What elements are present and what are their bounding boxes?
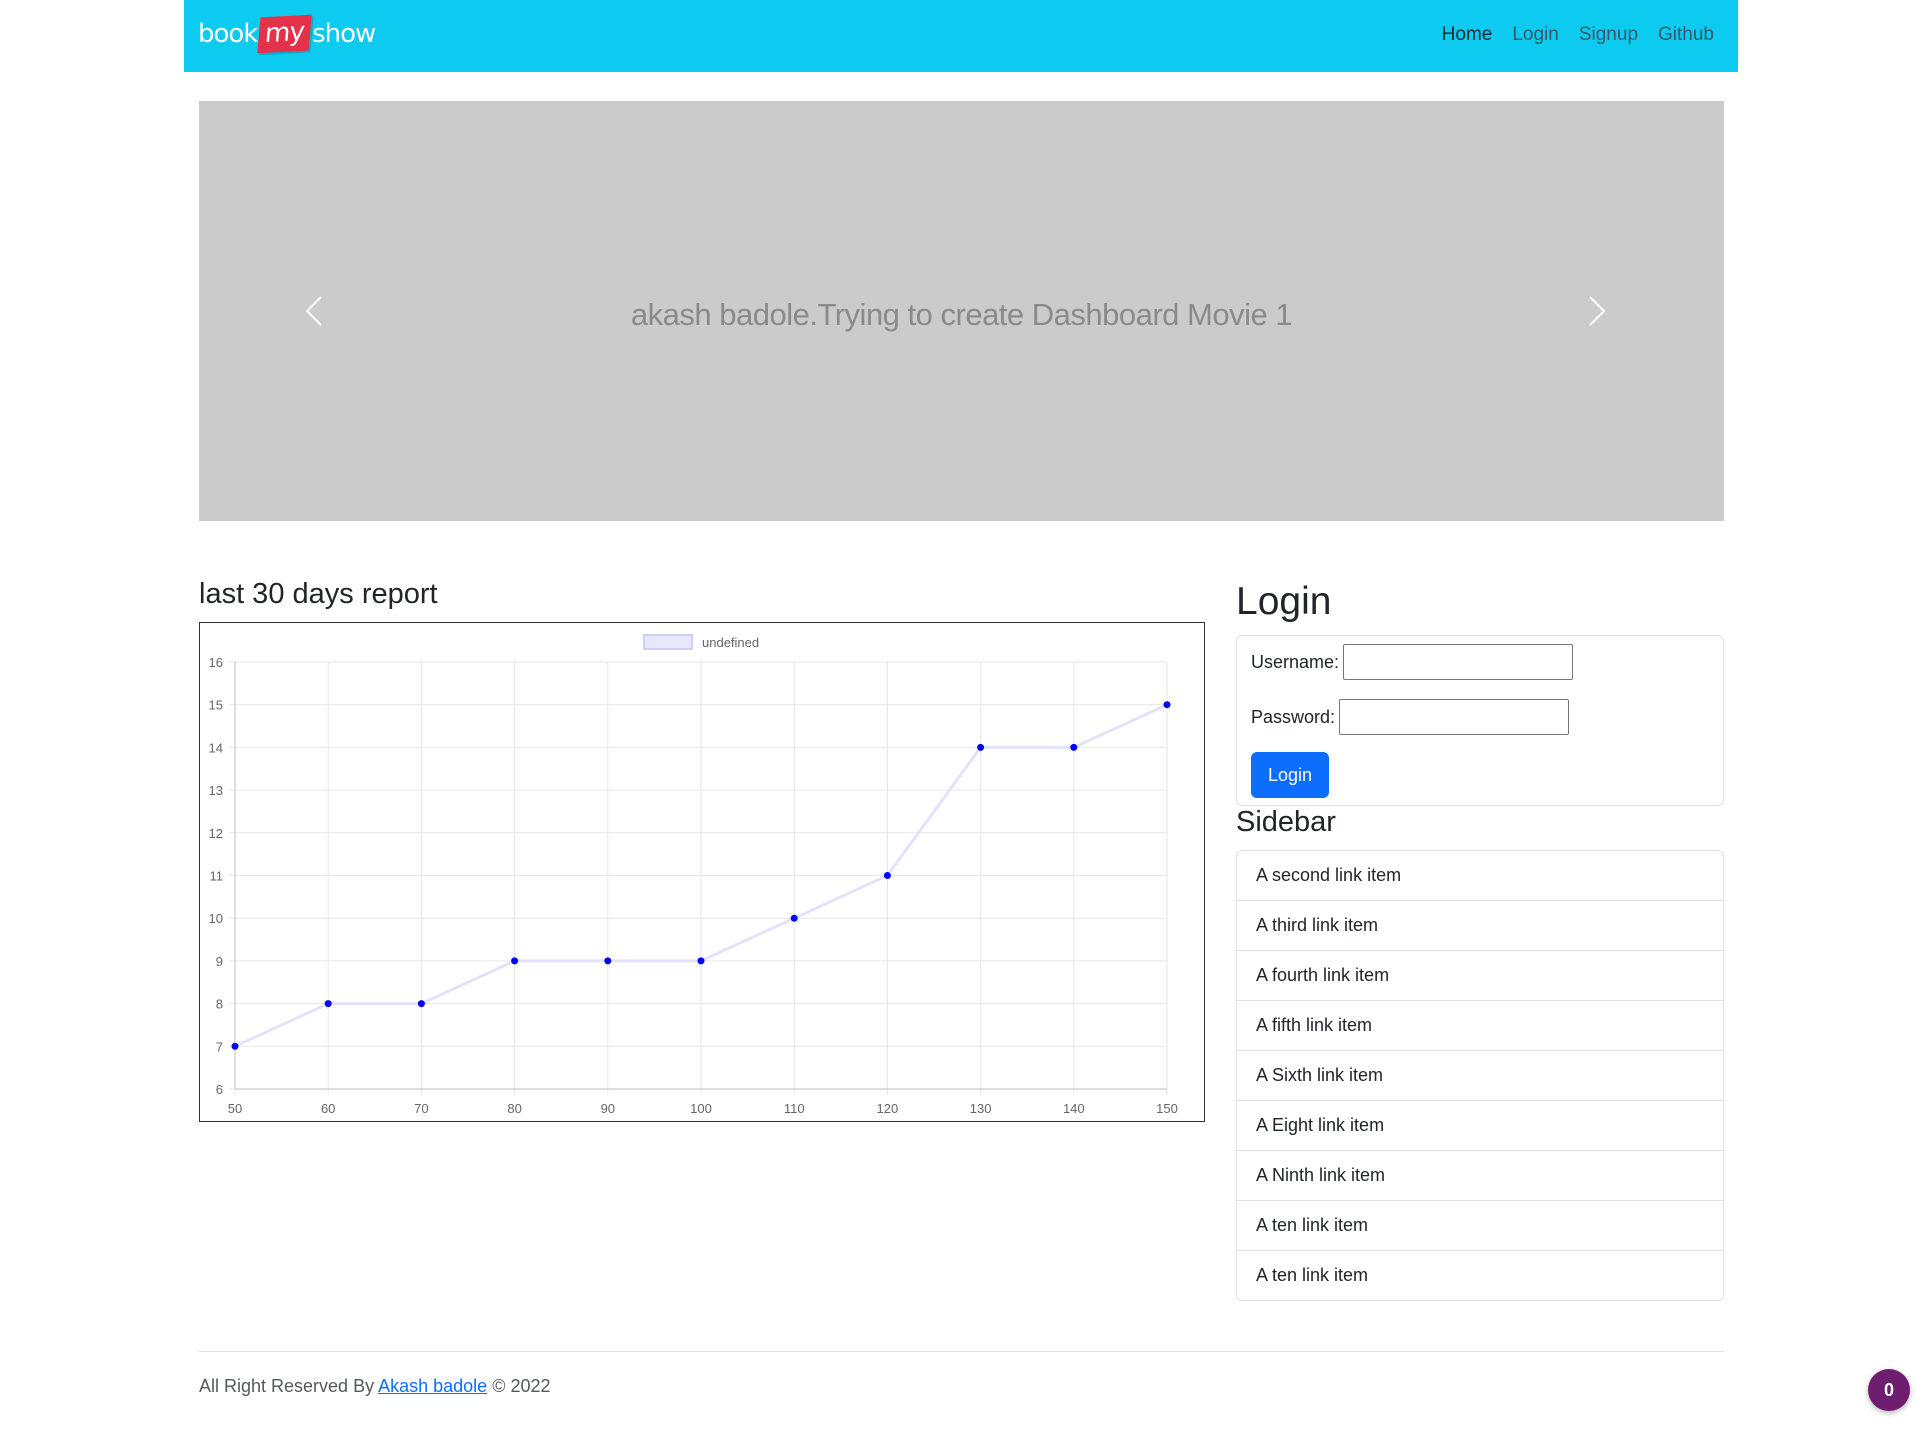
- x-tick-label: 80: [507, 1101, 521, 1116]
- data-point: [790, 914, 798, 922]
- y-tick-label: 14: [209, 740, 223, 755]
- y-tick-label: 10: [209, 911, 223, 926]
- y-tick-label: 6: [216, 1082, 223, 1097]
- nav-links: Home Login Signup Github: [1442, 24, 1714, 46]
- nav-github[interactable]: Github: [1658, 24, 1714, 46]
- footer-divider: [199, 1351, 1724, 1352]
- username-row: Username:: [1251, 644, 1574, 680]
- y-tick-label: 8: [216, 997, 223, 1012]
- y-tick-label: 9: [216, 954, 223, 969]
- notification-badge[interactable]: 0: [1868, 1369, 1910, 1411]
- nav-home[interactable]: Home: [1442, 24, 1493, 46]
- footer-prefix: All Right Reserved By: [199, 1376, 375, 1396]
- login-title: Login: [1236, 580, 1332, 623]
- password-label: Password:: [1251, 706, 1336, 727]
- x-tick-label: 60: [321, 1101, 335, 1116]
- sidebar-item-second[interactable]: A second link item: [1237, 851, 1723, 900]
- username-input[interactable]: [1343, 644, 1574, 680]
- sidebar-item-ten-2[interactable]: A ten link item: [1237, 1250, 1723, 1300]
- x-tick-label: 110: [784, 1101, 805, 1116]
- footer-author-link[interactable]: Akash badole: [378, 1376, 487, 1396]
- login-form: Username: Password: Login: [1236, 635, 1724, 806]
- data-point: [231, 1042, 239, 1050]
- x-tick-label: 130: [970, 1101, 992, 1116]
- sidebar-item-ten[interactable]: A ten link item: [1237, 1200, 1723, 1250]
- brand-text-mid: my: [257, 14, 312, 54]
- x-tick-label: 120: [877, 1101, 899, 1116]
- carousel: akash badole.Trying to create Dashboard …: [199, 101, 1724, 521]
- data-point: [883, 872, 891, 879]
- y-tick-label: 12: [209, 826, 223, 841]
- x-tick-label: 70: [414, 1101, 428, 1116]
- data-point: [697, 957, 705, 965]
- carousel-caption: akash badole.Trying to create Dashboard …: [630, 297, 1293, 332]
- sidebar-item-ninth[interactable]: A Ninth link item: [1237, 1150, 1723, 1200]
- legend-label: undefined: [702, 635, 759, 650]
- data-point: [1070, 743, 1078, 751]
- nav-login[interactable]: Login: [1512, 24, 1559, 46]
- sidebar-item-fifth[interactable]: A fifth link item: [1237, 1000, 1723, 1050]
- y-tick-label: 11: [210, 869, 224, 884]
- password-input[interactable]: [1339, 699, 1570, 735]
- legend-swatch: [643, 634, 693, 650]
- password-row: Password:: [1251, 699, 1570, 735]
- y-tick-label: 15: [209, 698, 223, 713]
- x-tick-label: 50: [228, 1101, 242, 1116]
- data-point: [1163, 701, 1171, 709]
- sidebar-item-sixth[interactable]: A Sixth link item: [1237, 1050, 1723, 1100]
- nav-signup[interactable]: Signup: [1579, 24, 1638, 46]
- report-title: last 30 days report: [199, 578, 438, 610]
- navbar: book my show Home Login Signup Github: [184, 0, 1738, 72]
- x-tick-label: 90: [601, 1101, 615, 1116]
- data-point: [604, 957, 612, 965]
- sidebar-list: A second link item A third link item A f…: [1236, 850, 1724, 1301]
- username-label: Username:: [1251, 651, 1340, 672]
- brand-text-right: show: [312, 19, 376, 49]
- footer-suffix: © 2022: [492, 1376, 551, 1396]
- data-point: [324, 1000, 332, 1008]
- x-tick-label: 100: [690, 1101, 712, 1116]
- data-point: [417, 1000, 425, 1008]
- brand-logo[interactable]: book my show: [198, 10, 376, 58]
- y-tick-label: 16: [209, 655, 223, 670]
- chevron-right-icon: [1589, 296, 1606, 326]
- data-point: [977, 743, 985, 751]
- sidebar-title: Sidebar: [1236, 806, 1336, 838]
- x-tick-label: 150: [1156, 1101, 1178, 1116]
- y-tick-label: 13: [209, 783, 223, 798]
- sidebar-item-third[interactable]: A third link item: [1237, 900, 1723, 950]
- login-button[interactable]: Login: [1251, 752, 1329, 798]
- report-chart: 50 60 70 80 90 100 110 120 130 140 150 6 7 8 9 10 11 12 13…: [199, 622, 1205, 1122]
- brand-text-left: book: [198, 19, 258, 49]
- line-chart-svg: 50 60 70 80 90 100 110 120 130 140 150 6 7 8 9 10 11 12 13…: [209, 634, 1178, 1116]
- carousel-next-button[interactable]: [1576, 291, 1616, 331]
- sidebar-item-fourth[interactable]: A fourth link item: [1237, 950, 1723, 1000]
- footer: All Right Reserved By Akash badole © 202…: [199, 1376, 551, 1397]
- sidebar-item-eight[interactable]: A Eight link item: [1237, 1100, 1723, 1150]
- y-tick-label: 7: [216, 1039, 223, 1054]
- data-point: [511, 957, 519, 965]
- x-tick-label: 140: [1063, 1101, 1085, 1116]
